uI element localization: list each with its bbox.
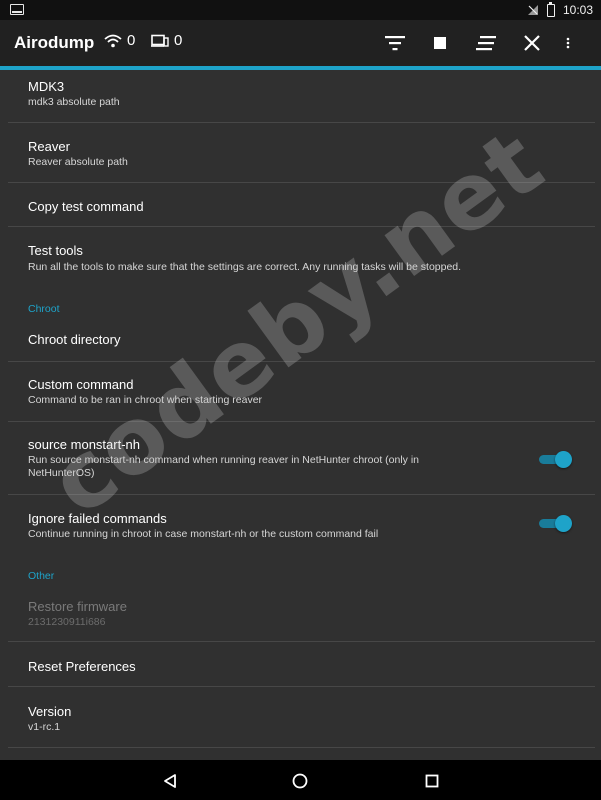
switch-thumb bbox=[555, 451, 572, 468]
screen-icon bbox=[10, 4, 24, 15]
back-button[interactable] bbox=[159, 770, 181, 792]
wifi-counter: 0 bbox=[104, 32, 135, 49]
more-options-button[interactable] bbox=[555, 30, 581, 56]
switch-thumb bbox=[555, 515, 572, 532]
pref-title: MDK3 bbox=[28, 79, 65, 94]
home-icon bbox=[292, 773, 308, 789]
pref-summary: Reaver absolute path bbox=[28, 156, 128, 168]
status-time: 10:03 bbox=[562, 3, 593, 17]
back-icon bbox=[164, 774, 176, 788]
pref-title: Restore firmware bbox=[28, 599, 127, 614]
pref-reset-preferences[interactable]: Reset Preferences bbox=[8, 642, 595, 687]
settings-list: MDK3 mdk3 absolute path Reaver Reaver ab… bbox=[0, 70, 601, 760]
category-chroot: Chroot bbox=[28, 303, 60, 315]
pref-title: Reset Preferences bbox=[28, 659, 136, 674]
app-bar: Airodump 0 0 bbox=[0, 20, 601, 66]
pref-reaver[interactable]: Reaver Reaver absolute path bbox=[8, 123, 595, 183]
pref-title: Reaver bbox=[28, 139, 70, 154]
pref-source-monstart-nh[interactable]: source monstart-nh Run source monstart-n… bbox=[8, 422, 595, 495]
pref-summary-line-1: Run source monstart-nh command when runn… bbox=[28, 454, 420, 466]
filter-icon bbox=[385, 36, 405, 51]
pref-copy-test-command[interactable]: Copy test command bbox=[8, 183, 595, 227]
battery-charging-icon bbox=[546, 1, 555, 17]
navigation-bar bbox=[0, 760, 601, 800]
pref-mdk3[interactable]: MDK3 mdk3 absolute path bbox=[8, 70, 595, 123]
pref-title: Version bbox=[28, 704, 72, 719]
pref-summary: Command to be ran in chroot when startin… bbox=[28, 394, 263, 406]
pref-summary-line-2: NetHunterOS) bbox=[28, 467, 95, 479]
device-count: 0 bbox=[174, 32, 183, 49]
sort-button[interactable] bbox=[473, 30, 499, 56]
close-button[interactable] bbox=[519, 30, 545, 56]
no-sim-icon bbox=[527, 5, 538, 15]
recents-icon bbox=[425, 774, 439, 788]
pref-ignore-failed-commands[interactable]: Ignore failed commands Continue running … bbox=[8, 495, 595, 555]
pref-title: Copy test command bbox=[28, 199, 144, 214]
stop-button[interactable] bbox=[427, 30, 453, 56]
pref-summary: mdk3 absolute path bbox=[28, 96, 120, 108]
pref-summary: Continue running in chroot in case monst… bbox=[28, 528, 379, 540]
pref-restore-firmware: Restore firmware 2131230911i686 bbox=[8, 584, 595, 642]
pref-title: Ignore failed commands bbox=[28, 511, 167, 526]
pref-summary: 2131230911i686 bbox=[28, 616, 106, 628]
sort-icon bbox=[476, 36, 496, 51]
devices-icon bbox=[151, 34, 169, 47]
stop-icon bbox=[434, 37, 446, 49]
home-button[interactable] bbox=[289, 770, 311, 792]
app-title: Airodump bbox=[14, 33, 95, 52]
status-bar: 10:03 bbox=[0, 0, 601, 20]
recents-button[interactable] bbox=[421, 770, 443, 792]
pref-custom-command[interactable]: Custom command Command to be ran in chro… bbox=[8, 362, 595, 422]
wifi-icon bbox=[104, 34, 122, 47]
pref-title: Custom command bbox=[28, 377, 134, 392]
device-counter: 0 bbox=[151, 32, 182, 49]
category-other: Other bbox=[28, 570, 55, 582]
pref-title: Chroot directory bbox=[28, 332, 121, 347]
pref-chroot-directory[interactable]: Chroot directory bbox=[8, 317, 595, 362]
more-vert-icon bbox=[566, 37, 570, 49]
pref-summary: Run all the tools to make sure that the … bbox=[28, 261, 462, 273]
close-icon bbox=[524, 35, 540, 51]
filter-button[interactable] bbox=[382, 30, 408, 56]
ignore-failed-toggle[interactable] bbox=[539, 515, 572, 532]
pref-version[interactable]: Version v1-rc.1 bbox=[8, 687, 595, 748]
pref-title: source monstart-nh bbox=[28, 437, 140, 452]
pref-test-tools[interactable]: Test tools Run all the tools to make sur… bbox=[8, 227, 595, 286]
wifi-count: 0 bbox=[127, 32, 136, 49]
source-monstart-toggle[interactable] bbox=[539, 451, 572, 468]
pref-title: Test tools bbox=[28, 243, 83, 258]
pref-summary: v1-rc.1 bbox=[28, 721, 61, 733]
